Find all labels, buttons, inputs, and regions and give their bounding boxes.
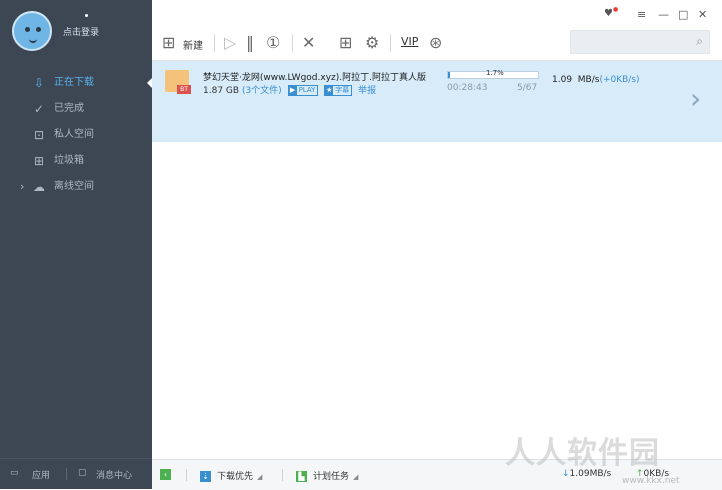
dropdown-icon: ◢ [353,473,359,481]
priority-label: 下载优先 [217,472,254,482]
sidebar: 点击登录 ⇩ 正在下载 ✓ 已完成 ⊡ 私人空间 ⊞ 垃圾箱 › ☁ 离线空间 … [0,0,152,489]
new-task-icon[interactable]: ⊞ [162,34,175,52]
vip-button[interactable]: VIP [401,35,418,48]
sidebar-item-offline[interactable]: › ☁ 离线空间 [0,174,152,200]
avatar-eye-icon [36,27,41,32]
login-link[interactable]: 点击登录 [63,25,99,38]
check-circle-icon: ✓ [33,102,45,116]
profile-area: 点击登录 [0,0,152,62]
task-name: 梦幻天堂·龙网(www.LWgod.xyz).阿拉丁.阿拉丁真人版 [203,73,426,83]
chevron-right-icon[interactable]: › [690,85,701,113]
sidebar-item-label: 垃圾箱 [54,155,84,166]
priority-icon: ⇣ [200,471,211,482]
task-size: 1.87 GB [203,86,240,96]
subtitle-tag[interactable]: ★ 字幕 [324,85,353,96]
report-link[interactable]: 举报 [358,86,376,96]
schedule-label: 计划任务 [313,472,350,482]
divider [66,468,67,480]
watermark: 人人软件园 [505,436,660,471]
sidebar-item-label: 私人空间 [54,129,94,140]
play-tag[interactable]: ▶ PLAY [287,85,319,96]
message-icon: ▢ [78,468,87,478]
task-size-line: 1.87 GB (3个文件) ▶ PLAY ★ 字幕 举报 [203,83,376,96]
progress-fill [448,72,450,78]
lock-icon: ⊡ [33,128,45,142]
task-elapsed-time: 00:28:43 [447,83,488,93]
task-speed: 1.09 MB/s(+0KB/s) [552,75,640,85]
minimize-icon[interactable]: — [658,8,669,21]
collapse-button[interactable]: ‹ [160,469,177,480]
divider [292,34,293,52]
grid-view-icon[interactable]: ⊞ [339,34,352,52]
task-progress-bar: 1.7% [447,69,539,79]
sidebar-item-label: 已完成 [54,103,84,114]
divider [390,34,391,52]
sidebar-item-label: 离线空间 [54,181,94,192]
sidebar-item-downloading[interactable]: ⇩ 正在下载 [0,70,152,96]
play-icon[interactable]: ▷ [224,34,236,52]
skin-icon[interactable]: ♥ [604,8,613,19]
download-priority-button[interactable]: ⇣ 下载优先 ◢ [200,469,262,482]
pause-icon[interactable]: ‖ [246,34,254,52]
sidebar-nav: ⇩ 正在下载 ✓ 已完成 ⊡ 私人空间 ⊞ 垃圾箱 › ☁ 离线空间 [0,70,152,200]
watermark-url: www.kkx.net [622,476,680,486]
divider [214,34,215,52]
trash-icon: ⊞ [33,154,45,168]
task-list: BT 梦幻天堂·龙网(www.LWgod.xyz).阿拉丁.阿拉丁真人版 1.8… [152,61,722,457]
task-count: 5/67 [517,83,538,93]
chevron-right-icon[interactable]: › [20,174,24,200]
divider [282,469,283,481]
star-icon: ★ [325,86,334,95]
task-file-count[interactable]: (3个文件) [242,86,282,96]
search-input[interactable]: ⌕ [570,30,710,54]
avatar-eye-icon [25,27,30,32]
play-tag-label: PLAY [298,86,316,94]
notification-dot-icon [85,14,88,17]
search-icon[interactable]: ⌕ [696,34,703,49]
toolbar: ♥ ● ≡ — □ ✕ ⊞ 新建 ▷ ‖ ① ✕ ⊞ ⚙ VIP ⊛ ⌕ [152,0,722,61]
scheduled-task-button[interactable]: ▙ 计划任务 ◢ [296,469,358,482]
avatar[interactable] [12,11,52,51]
message-center-button[interactable]: 消息中心 [96,468,132,481]
folder-icon: BT [165,70,191,94]
notification-dot-icon: ● [613,6,619,13]
sidebar-item-trash[interactable]: ⊞ 垃圾箱 [0,148,152,174]
maximize-icon[interactable]: □ [678,8,688,21]
sidebar-item-completed[interactable]: ✓ 已完成 [0,96,152,122]
sidebar-item-label: 正在下载 [54,77,94,88]
apps-button[interactable]: 应用 [32,468,50,481]
settings-icon[interactable]: ⚙ [365,34,379,52]
delete-icon[interactable]: ✕ [302,34,315,52]
sidebar-item-private[interactable]: ⊡ 私人空间 [0,122,152,148]
bt-badge: BT [177,85,191,94]
menu-icon[interactable]: ≡ [637,8,646,21]
schedule-icon: ▙ [296,471,307,482]
chevron-left-icon: ‹ [160,469,171,480]
cloud-download-icon: ☁ [33,180,45,194]
close-icon[interactable]: ✕ [698,8,707,21]
sidebar-footer: ▭ 应用 ▢ 消息中心 [0,458,152,489]
coin-icon[interactable]: ⊛ [429,34,442,52]
subtitle-tag-label: 字幕 [335,86,350,94]
divider [186,469,187,481]
speed-unit: MB/s [577,75,600,85]
apps-icon: ▭ [10,468,19,478]
speed-value: 1.09 [552,75,573,85]
dropdown-icon: ◢ [257,473,263,481]
speed-boost: (+0KB/s) [599,75,640,85]
play-icon: ▶ [288,86,297,95]
new-task-button[interactable]: 新建 [183,37,203,52]
avatar-mouth-icon [29,37,37,43]
speed-limit-icon[interactable]: ① [266,34,280,52]
task-row[interactable]: BT 梦幻天堂·龙网(www.LWgod.xyz).阿拉丁.阿拉丁真人版 1.8… [152,61,722,142]
progress-percent: 1.7% [486,69,504,77]
download-icon: ⇩ [33,76,45,90]
